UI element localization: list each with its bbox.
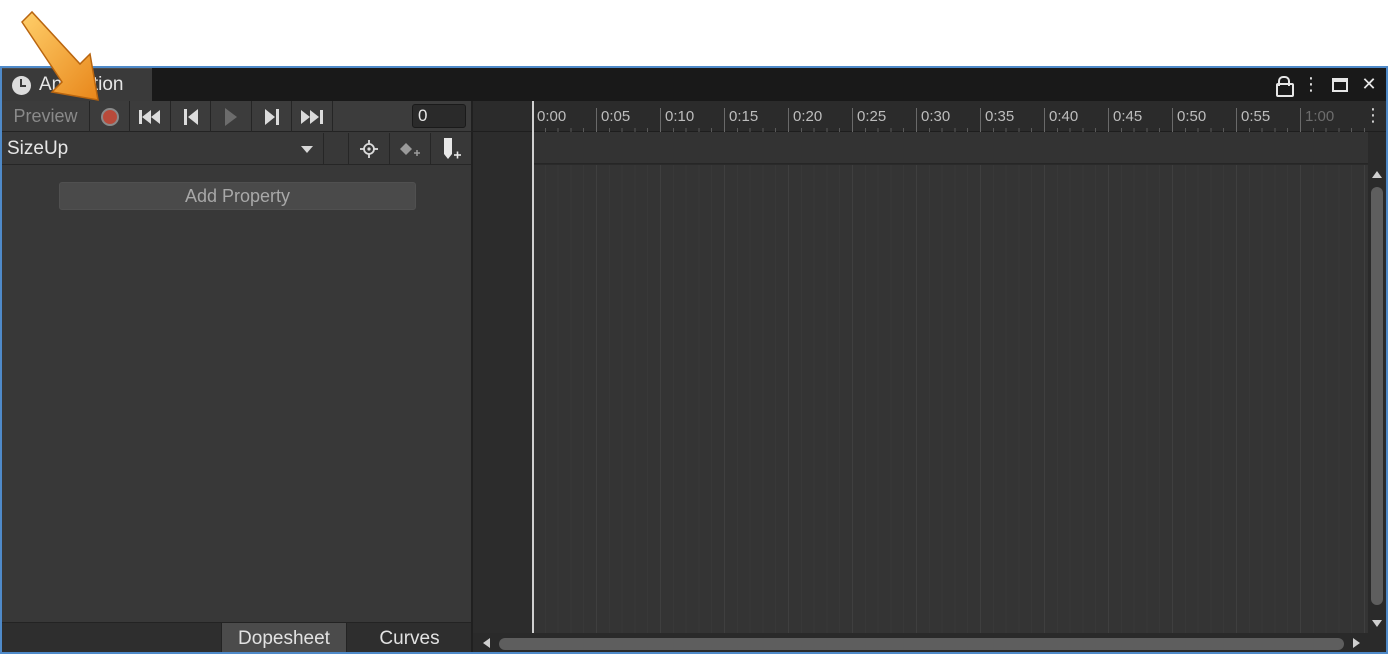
ruler-tick-label: 0:15 [724, 108, 758, 132]
chevron-down-icon [301, 146, 313, 153]
play-icon [225, 107, 237, 126]
prev-key-icon [183, 108, 198, 125]
last-key-button[interactable] [292, 101, 333, 132]
ruler-tick-label: 0:20 [788, 108, 822, 132]
horizontal-scrollbar[interactable] [473, 633, 1386, 652]
ruler-tick-label: 0:30 [916, 108, 950, 132]
event-row[interactable] [532, 132, 1368, 164]
lock-icon[interactable] [1276, 76, 1294, 97]
clip-row: SizeUp [2, 133, 472, 165]
filter-by-selection-icon [359, 140, 378, 158]
record-icon [100, 107, 119, 126]
next-key-icon [264, 108, 279, 125]
add-keyframe-icon [399, 143, 420, 156]
tab-dopesheet[interactable]: Dopesheet [221, 623, 346, 652]
last-key-icon [301, 109, 323, 124]
ruler-tick-label: 1:00 [1300, 108, 1334, 132]
property-list-panel: Add Property [2, 166, 472, 622]
ruler-tick-label: 0:35 [980, 108, 1014, 132]
add-property-button[interactable]: Add Property [59, 182, 416, 210]
record-button[interactable] [90, 101, 130, 132]
add-event-icon [443, 138, 461, 159]
scroll-right-icon[interactable] [1353, 638, 1360, 648]
dopesheet-grid[interactable] [532, 165, 1368, 633]
scroll-left-icon[interactable] [483, 638, 490, 648]
callout-arrow-icon [21, 10, 99, 101]
ruler-tick-label: 0:10 [660, 108, 694, 132]
view-mode-tabs: Dopesheet Curves [2, 622, 472, 652]
timeline-pre-range [473, 132, 532, 633]
vertical-scroll-thumb[interactable] [1371, 187, 1383, 605]
next-key-button[interactable] [252, 101, 292, 132]
ruler-tick-label: 0:45 [1108, 108, 1142, 132]
vertical-scrollbar[interactable] [1368, 165, 1386, 633]
scroll-down-icon[interactable] [1372, 620, 1382, 627]
preview-button[interactable]: Preview [2, 101, 90, 132]
clip-dropdown[interactable]: SizeUp [2, 133, 324, 165]
playhead[interactable] [532, 101, 534, 633]
ruler-tick-label: 0:05 [596, 108, 630, 132]
animation-window: Animation ⋮ ✕ Preview [0, 66, 1388, 654]
scroll-up-icon[interactable] [1372, 171, 1382, 178]
time-ruler[interactable]: 0:00 0:05 0:10 0:15 0:20 0:25 0:30 0:35 0:40 0:45… [473, 101, 1386, 132]
close-icon[interactable]: ✕ [1360, 74, 1378, 95]
kebab-menu-icon[interactable]: ⋮ [1302, 74, 1320, 95]
ruler-tick-label: 0:55 [1236, 108, 1270, 132]
maximize-icon[interactable] [1332, 77, 1348, 92]
ruler-tick-label: 0:40 [1044, 108, 1078, 132]
ruler-tick-label: 0:50 [1172, 108, 1206, 132]
first-key-button[interactable] [130, 101, 171, 132]
preview-label: Preview [13, 106, 78, 126]
window-controls: ⋮ ✕ [1276, 68, 1378, 101]
tab-bar: Animation ⋮ ✕ [2, 68, 1386, 101]
ruler-ticks: 0:00 0:05 0:10 0:15 0:20 0:25 0:30 0:35 0:40 0:45… [532, 101, 1368, 132]
add-event-button[interactable] [430, 133, 472, 165]
clip-name: SizeUp [7, 138, 69, 159]
add-keyframe-button[interactable] [389, 133, 429, 165]
play-button[interactable] [211, 101, 252, 132]
kebab-menu-icon[interactable]: ⋮ [1364, 105, 1382, 126]
tab-curves[interactable]: Curves [346, 623, 472, 652]
playback-toolbar: Preview [2, 101, 472, 132]
horizontal-scroll-thumb[interactable] [499, 638, 1344, 650]
ruler-tick-label: 0:00 [532, 108, 566, 132]
first-key-icon [139, 109, 160, 124]
timeline-area: 0:00 0:05 0:10 0:15 0:20 0:25 0:30 0:35 0:40 0:45… [473, 101, 1386, 652]
prev-key-button[interactable] [171, 101, 211, 132]
frame-field[interactable] [412, 104, 466, 128]
filter-by-selection-button[interactable] [348, 133, 388, 165]
ruler-tick-label: 0:25 [852, 108, 886, 132]
